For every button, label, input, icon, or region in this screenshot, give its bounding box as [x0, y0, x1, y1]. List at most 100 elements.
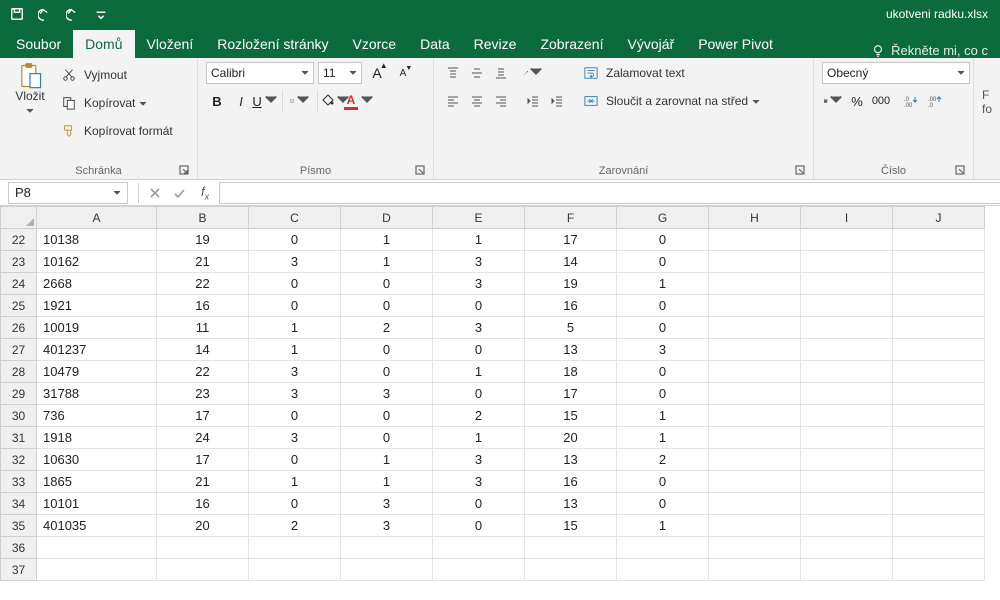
row-header[interactable]: 22	[1, 229, 37, 251]
cell[interactable]: 3	[617, 339, 709, 361]
cell[interactable]: 1	[433, 361, 525, 383]
cell[interactable]: 16	[157, 295, 249, 317]
column-header[interactable]: I	[801, 207, 893, 229]
cell[interactable]: 0	[617, 317, 709, 339]
column-header[interactable]: J	[893, 207, 985, 229]
cell[interactable]: 20	[525, 427, 617, 449]
cell[interactable]: 11	[157, 317, 249, 339]
formula-input[interactable]	[219, 182, 1000, 204]
column-header[interactable]: G	[617, 207, 709, 229]
cell[interactable]: 2	[341, 317, 433, 339]
cell[interactable]: 1	[341, 471, 433, 493]
cell[interactable]: 1865	[37, 471, 157, 493]
cell[interactable]	[893, 361, 985, 383]
cell[interactable]: 14	[525, 251, 617, 273]
cell[interactable]	[249, 537, 341, 559]
cut-button[interactable]: Vyjmout	[58, 64, 173, 86]
cell[interactable]	[617, 559, 709, 581]
cell[interactable]: 24	[157, 427, 249, 449]
cell[interactable]: 3	[249, 361, 341, 383]
cell[interactable]: 1	[341, 229, 433, 251]
tab-vzorce[interactable]: Vzorce	[341, 30, 409, 58]
increase-font-button[interactable]: A▲	[366, 62, 388, 84]
cell[interactable]: 3	[341, 515, 433, 537]
cell[interactable]: 1	[617, 427, 709, 449]
cell[interactable]: 10479	[37, 361, 157, 383]
tab-powerpivot[interactable]: Power Pivot	[686, 30, 785, 58]
cell[interactable]	[801, 515, 893, 537]
cell[interactable]: 22	[157, 273, 249, 295]
accept-formula-button[interactable]	[167, 182, 191, 204]
cell[interactable]: 16	[157, 493, 249, 515]
cell[interactable]: 17	[157, 405, 249, 427]
cell[interactable]	[893, 471, 985, 493]
cell[interactable]: 16	[525, 471, 617, 493]
cell[interactable]: 10101	[37, 493, 157, 515]
cell[interactable]	[157, 559, 249, 581]
cell[interactable]	[709, 317, 801, 339]
cell[interactable]: 21	[157, 471, 249, 493]
cell[interactable]: 0	[433, 383, 525, 405]
row-header[interactable]: 31	[1, 427, 37, 449]
insert-function-button[interactable]: fx	[191, 184, 219, 202]
row-header[interactable]: 29	[1, 383, 37, 405]
cell[interactable]: 1	[617, 515, 709, 537]
cell[interactable]: 17	[525, 383, 617, 405]
cell[interactable]	[709, 295, 801, 317]
number-format-combo[interactable]: Obecný	[822, 62, 970, 84]
cell[interactable]	[893, 405, 985, 427]
cell[interactable]: 0	[617, 295, 709, 317]
cell[interactable]: 3	[433, 317, 525, 339]
cell[interactable]: 19	[157, 229, 249, 251]
cell[interactable]: 2	[433, 405, 525, 427]
cell[interactable]: 2668	[37, 273, 157, 295]
cell[interactable]: 21	[157, 251, 249, 273]
cancel-formula-button[interactable]	[143, 182, 167, 204]
increase-indent-button[interactable]	[546, 90, 568, 112]
cell[interactable]	[801, 559, 893, 581]
cell[interactable]: 0	[341, 427, 433, 449]
cell[interactable]: 0	[617, 251, 709, 273]
cell[interactable]: 0	[249, 493, 341, 515]
cell[interactable]: 3	[341, 383, 433, 405]
comma-style-button[interactable]: 000	[870, 90, 892, 112]
cell[interactable]	[341, 559, 433, 581]
cell[interactable]: 14	[157, 339, 249, 361]
align-left-button[interactable]	[442, 90, 464, 112]
column-header[interactable]: B	[157, 207, 249, 229]
column-header[interactable]: A	[37, 207, 157, 229]
cell[interactable]: 1	[617, 273, 709, 295]
select-all-corner[interactable]	[1, 207, 37, 229]
cell[interactable]: 18	[525, 361, 617, 383]
cell[interactable]	[709, 515, 801, 537]
cell[interactable]	[893, 295, 985, 317]
dialog-launcher-icon[interactable]	[955, 165, 965, 175]
tell-me-box[interactable]: Řekněte mi, co c	[863, 43, 996, 58]
cell[interactable]: 401035	[37, 515, 157, 537]
cell[interactable]	[37, 537, 157, 559]
tab-vlozeni[interactable]: Vložení	[135, 30, 206, 58]
borders-button[interactable]	[289, 90, 311, 112]
accounting-format-button[interactable]: ₪	[822, 90, 844, 112]
cell[interactable]	[801, 317, 893, 339]
cell[interactable]: 2	[249, 515, 341, 537]
cell[interactable]	[893, 427, 985, 449]
cell[interactable]	[433, 559, 525, 581]
cell[interactable]	[709, 361, 801, 383]
tab-vyvojar[interactable]: Vývojář	[616, 30, 687, 58]
font-color-button[interactable]: A	[348, 90, 370, 112]
cell[interactable]	[525, 559, 617, 581]
decrease-font-button[interactable]: A▼	[392, 62, 414, 84]
row-header[interactable]: 25	[1, 295, 37, 317]
cell[interactable]	[801, 229, 893, 251]
cell[interactable]: 20	[157, 515, 249, 537]
cell[interactable]	[893, 493, 985, 515]
cell[interactable]: 0	[249, 229, 341, 251]
cell[interactable]: 19	[525, 273, 617, 295]
cell[interactable]	[801, 273, 893, 295]
fill-color-button[interactable]	[324, 90, 346, 112]
cell[interactable]: 0	[249, 449, 341, 471]
cell[interactable]	[801, 383, 893, 405]
save-icon[interactable]	[6, 3, 28, 25]
spreadsheet-grid[interactable]: ABCDEFGHIJ 22101381901117023101622131314…	[0, 206, 1000, 600]
